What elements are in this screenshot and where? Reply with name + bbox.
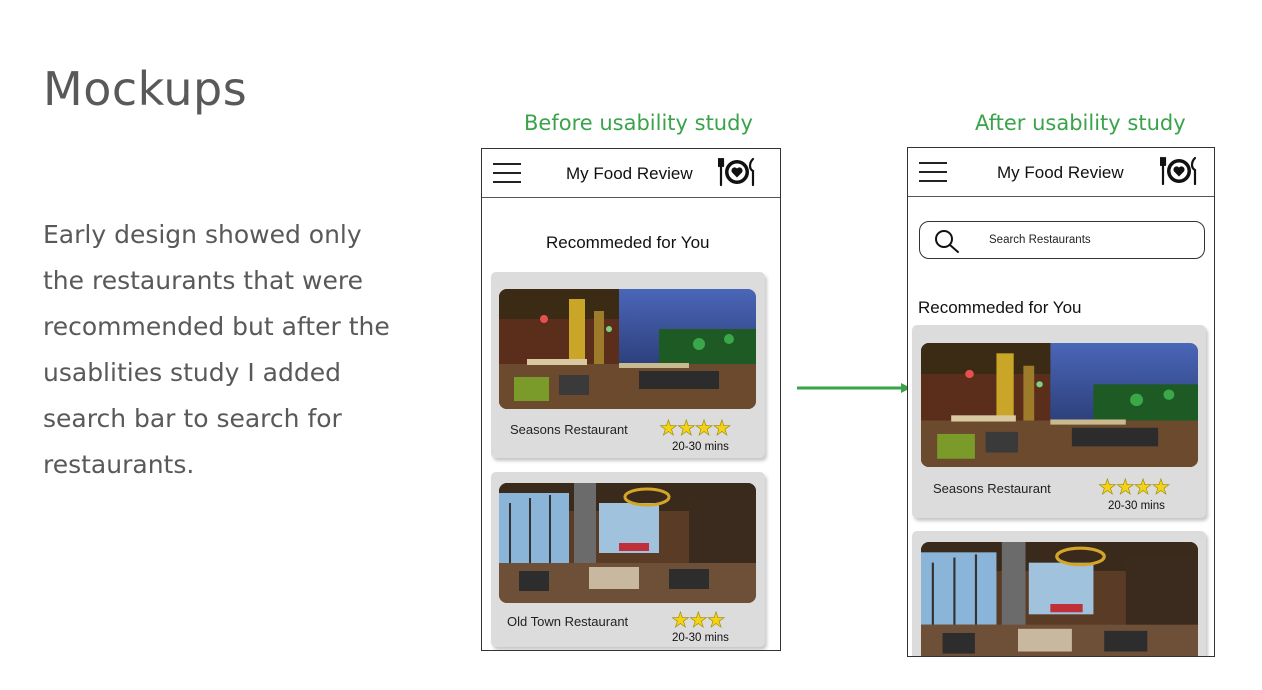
restaurant-name: Seasons Restaurant — [510, 422, 628, 437]
slide-title: Mockups — [43, 62, 248, 116]
plate-heart-logo-icon — [718, 157, 756, 187]
delivery-time: 20-30 mins — [1108, 500, 1165, 512]
restaurant-card[interactable]: Seasons Restaurant ★★★★ 20-30 mins — [491, 272, 765, 458]
restaurant-name: Old Town Restaurant — [507, 614, 629, 629]
delivery-time: 20-30 mins — [672, 441, 729, 453]
rooftop-dining-photo — [499, 289, 756, 409]
app-title: My Food Review — [566, 164, 693, 183]
app-bar: My Food Review — [908, 148, 1214, 197]
star-rating: ★★★★ — [659, 417, 732, 440]
description-line: the restaurants that were — [43, 266, 363, 295]
indoor-dining-photo — [499, 483, 756, 603]
description-line: recommended but after the — [43, 312, 390, 341]
star-rating: ★★★ — [671, 609, 726, 632]
description-line: Early design showed only — [43, 220, 362, 249]
restaurant-name: Seasons Restaurant — [933, 481, 1051, 496]
section-title: Recommeded for You — [918, 298, 1082, 317]
description-line: search bar to search for — [43, 404, 342, 433]
before-caption: Before usability study — [524, 111, 753, 135]
delivery-time: 20-30 mins — [672, 632, 729, 644]
before-mockup-phone: My Food Review Recommeded for You Season… — [481, 148, 781, 651]
after-mockup-phone: My Food Review Search Restaurants Recomm… — [907, 147, 1215, 657]
star-rating: ★★★★ — [1098, 476, 1171, 499]
description-line: usablities study I added — [43, 358, 341, 387]
app-title: My Food Review — [997, 163, 1124, 182]
restaurant-card[interactable]: Seasons Restaurant ★★★★ 20-30 mins — [912, 325, 1206, 518]
arrow-right-icon — [797, 380, 913, 396]
restaurant-card[interactable]: Old Town Restaurant ★★★ 20-30 mins — [491, 472, 765, 647]
app-bar: My Food Review — [482, 149, 780, 198]
search-icon[interactable] — [934, 229, 960, 253]
description-line: restaurants. — [43, 450, 195, 479]
rooftop-dining-photo — [921, 343, 1198, 467]
plate-heart-logo-icon — [1160, 156, 1198, 186]
slide-description: Early design showed only the restaurants… — [43, 212, 403, 488]
search-input[interactable]: Search Restaurants — [989, 234, 1091, 246]
hamburger-menu-icon[interactable] — [919, 162, 947, 182]
restaurant-card[interactable] — [912, 531, 1206, 656]
indoor-dining-photo — [921, 542, 1198, 656]
hamburger-menu-icon[interactable] — [493, 163, 521, 183]
section-title: Recommeded for You — [546, 233, 710, 252]
after-caption: After usability study — [975, 111, 1186, 135]
search-bar[interactable]: Search Restaurants — [919, 221, 1205, 259]
